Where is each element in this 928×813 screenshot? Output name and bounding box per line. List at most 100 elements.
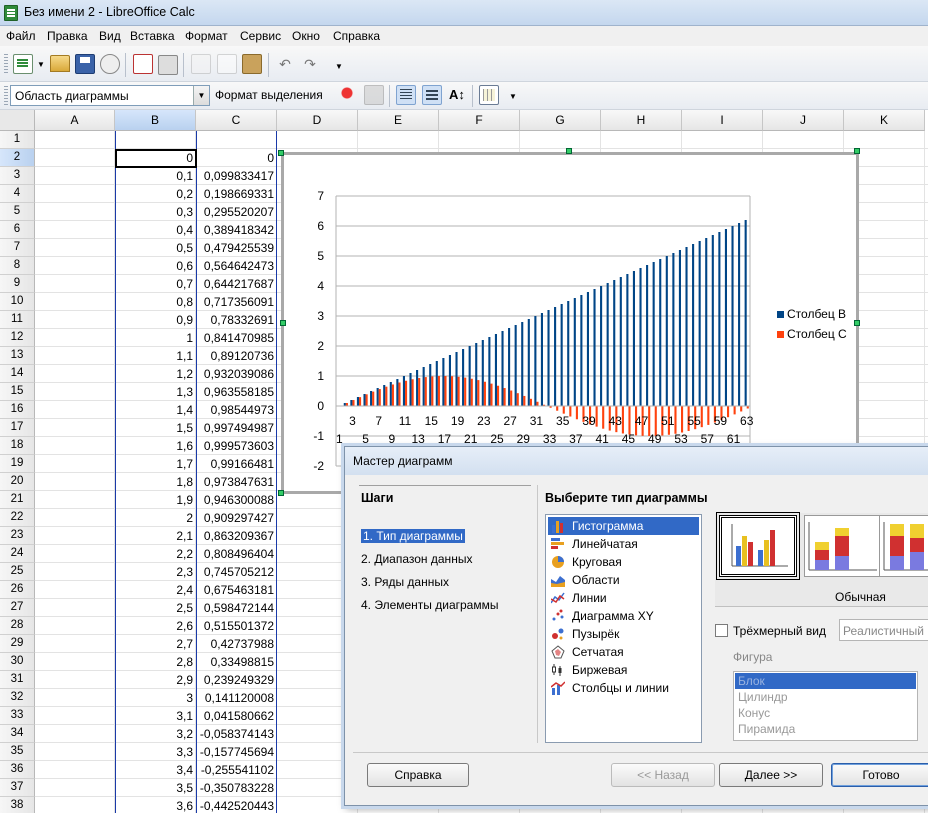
cut-icon[interactable] bbox=[191, 54, 211, 74]
menu-insert[interactable]: Вставка bbox=[130, 29, 175, 43]
resize-handle[interactable] bbox=[278, 490, 284, 496]
save-icon[interactable] bbox=[75, 54, 95, 74]
shape-item[interactable]: Блок bbox=[735, 673, 916, 689]
row-header[interactable]: 8 bbox=[0, 257, 35, 275]
menu-edit[interactable]: Правка bbox=[47, 29, 88, 43]
legend-toggle-icon[interactable] bbox=[422, 85, 442, 105]
row-header[interactable]: 15 bbox=[0, 383, 35, 401]
select-all-corner[interactable] bbox=[0, 110, 35, 131]
row-header[interactable]: 16 bbox=[0, 401, 35, 419]
toolbar-overflow-icon[interactable]: ▼ bbox=[509, 92, 517, 101]
row-header[interactable]: 12 bbox=[0, 329, 35, 347]
row-header[interactable]: 14 bbox=[0, 365, 35, 383]
menu-window[interactable]: Окно bbox=[292, 29, 320, 43]
finish-button[interactable]: Готово bbox=[831, 763, 928, 787]
row-header[interactable]: 9 bbox=[0, 275, 35, 293]
column-header-g[interactable]: G bbox=[520, 110, 601, 131]
chart-type-line[interactable]: Линии bbox=[548, 589, 699, 607]
data-table-icon[interactable] bbox=[479, 85, 499, 105]
row-header[interactable]: 21 bbox=[0, 491, 35, 509]
chart-element-select[interactable]: Область диаграммы ▼ bbox=[10, 85, 210, 106]
menu-file[interactable]: Файл bbox=[6, 29, 36, 43]
row-header[interactable]: 6 bbox=[0, 221, 35, 239]
row-header[interactable]: 19 bbox=[0, 455, 35, 473]
new-document-icon[interactable] bbox=[13, 54, 33, 74]
undo-icon[interactable]: ↶ bbox=[275, 54, 295, 74]
three-d-style-select[interactable]: Реалистичный bbox=[839, 619, 928, 641]
chart-type-stock[interactable]: Биржевая bbox=[548, 661, 699, 679]
column-header-h[interactable]: H bbox=[601, 110, 682, 131]
horizontal-grid-icon[interactable] bbox=[396, 85, 416, 105]
chart-type-bubble[interactable]: Пузырёк bbox=[548, 625, 699, 643]
row-header[interactable]: 11 bbox=[0, 311, 35, 329]
chart-type-bar[interactable]: Линейчатая bbox=[548, 535, 699, 553]
column-header-k[interactable]: K bbox=[844, 110, 925, 131]
copy-icon[interactable] bbox=[217, 54, 237, 74]
new-dropdown-arrow-icon[interactable]: ▼ bbox=[37, 60, 45, 69]
chart-area-icon[interactable] bbox=[364, 85, 384, 105]
help-button[interactable]: Справка bbox=[367, 763, 469, 787]
row-header[interactable]: 4 bbox=[0, 185, 35, 203]
subtype-stacked[interactable] bbox=[804, 515, 882, 577]
step-data-series[interactable]: 3. Ряды данных bbox=[361, 575, 449, 589]
next-button[interactable]: Далее >> bbox=[719, 763, 823, 787]
three-d-checkbox[interactable] bbox=[715, 624, 728, 637]
toolbar-grip[interactable] bbox=[4, 86, 8, 106]
row-header[interactable]: 1 bbox=[0, 131, 35, 149]
row-header[interactable]: 24 bbox=[0, 545, 35, 563]
row-header[interactable]: 29 bbox=[0, 635, 35, 653]
row-header[interactable]: 10 bbox=[0, 293, 35, 311]
row-header[interactable]: 17 bbox=[0, 419, 35, 437]
chart-type-column[interactable]: Гистограмма bbox=[548, 517, 699, 535]
row-header[interactable]: 28 bbox=[0, 617, 35, 635]
resize-handle[interactable] bbox=[278, 150, 284, 156]
resize-handle[interactable] bbox=[854, 148, 860, 154]
scale-text-icon[interactable]: A↕ bbox=[447, 85, 467, 105]
step-chart-type[interactable]: 1. Тип диаграммы bbox=[361, 529, 465, 543]
print-icon[interactable] bbox=[158, 55, 178, 75]
chart-type-list[interactable]: Гистограмма Линейчатая Круговая Области … bbox=[545, 514, 702, 743]
open-icon[interactable] bbox=[50, 55, 70, 72]
row-header[interactable]: 37 bbox=[0, 779, 35, 797]
resize-handle[interactable] bbox=[566, 148, 572, 154]
row-header[interactable]: 5 bbox=[0, 203, 35, 221]
row-header[interactable]: 20 bbox=[0, 473, 35, 491]
resize-handle[interactable] bbox=[854, 320, 860, 326]
row-header[interactable]: 31 bbox=[0, 671, 35, 689]
column-header-d[interactable]: D bbox=[277, 110, 358, 131]
menu-format[interactable]: Формат bbox=[185, 29, 228, 43]
row-header[interactable]: 27 bbox=[0, 599, 35, 617]
paste-icon[interactable] bbox=[242, 54, 262, 74]
row-header[interactable]: 13 bbox=[0, 347, 35, 365]
export-pdf-icon[interactable] bbox=[133, 54, 153, 74]
row-header[interactable]: 38 bbox=[0, 797, 35, 813]
row-header[interactable]: 36 bbox=[0, 761, 35, 779]
chevron-down-icon[interactable]: ▼ bbox=[193, 86, 209, 105]
shape-item[interactable]: Цилиндр bbox=[735, 689, 916, 705]
step-chart-elements[interactable]: 4. Элементы диаграммы bbox=[361, 598, 498, 612]
chart-type-xy[interactable]: Диаграмма XY bbox=[548, 607, 699, 625]
subtype-percent-stacked[interactable] bbox=[879, 515, 928, 577]
row-header[interactable]: 33 bbox=[0, 707, 35, 725]
column-header-j[interactable]: J bbox=[763, 110, 844, 131]
step-data-range[interactable]: 2. Диапазон данных bbox=[361, 552, 472, 566]
column-header-i[interactable]: I bbox=[682, 110, 763, 131]
column-header-c[interactable]: C bbox=[196, 110, 277, 131]
column-header-f[interactable]: F bbox=[439, 110, 520, 131]
column-header-b[interactable]: B bbox=[115, 110, 196, 131]
row-header[interactable]: 32 bbox=[0, 689, 35, 707]
shape-item[interactable]: Пирамида bbox=[735, 721, 916, 737]
menu-view[interactable]: Вид bbox=[99, 29, 121, 43]
chart-type-icon[interactable] bbox=[339, 85, 359, 105]
toolbar-grip[interactable] bbox=[4, 54, 8, 74]
row-header[interactable]: 18 bbox=[0, 437, 35, 455]
format-selection-button[interactable]: Формат выделения bbox=[215, 88, 323, 102]
chart-object[interactable]: -2 -1 0 1 2 3 4 5 6 7 3 7 11 15 19 23 27 31 35 39 43 47 51 55 59… bbox=[281, 152, 859, 494]
row-header[interactable]: 3 bbox=[0, 167, 35, 185]
chart-type-area[interactable]: Области bbox=[548, 571, 699, 589]
row-header[interactable]: 26 bbox=[0, 581, 35, 599]
resize-handle[interactable] bbox=[280, 320, 286, 326]
row-header[interactable]: 23 bbox=[0, 527, 35, 545]
redo-icon[interactable]: ↷ bbox=[300, 54, 320, 74]
row-header[interactable]: 22 bbox=[0, 509, 35, 527]
